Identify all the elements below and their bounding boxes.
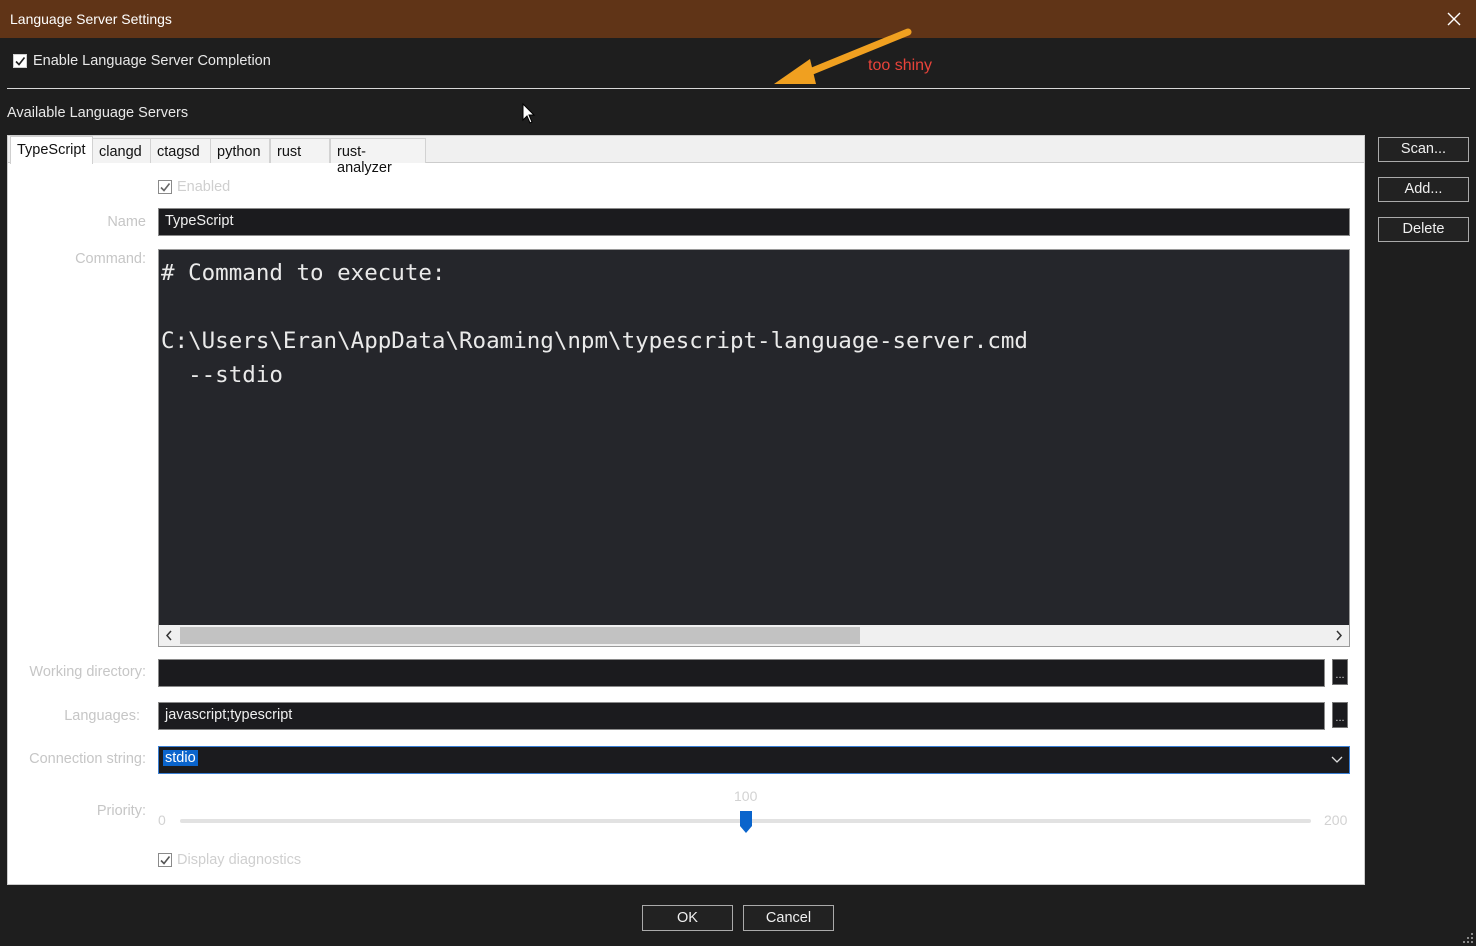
scroll-right-icon[interactable] — [1335, 630, 1343, 641]
languages-input[interactable]: javascript;typescript — [158, 702, 1325, 730]
command-line: --stdio — [161, 362, 283, 388]
priority-min: 0 — [158, 812, 166, 828]
command-line — [161, 290, 1028, 324]
enable-completion-label: Enable Language Server Completion — [33, 53, 271, 69]
cancel-button[interactable]: Cancel — [743, 905, 834, 931]
available-servers-label: Available Language Servers — [7, 105, 189, 121]
browse-languages-button[interactable]: ... — [1332, 702, 1348, 728]
display-diagnostics-label: Display diagnostics — [177, 852, 302, 868]
tab-rust[interactable]: rust — [270, 138, 330, 163]
display-diagnostics-checkbox[interactable]: Display diagnostics — [158, 852, 301, 868]
tab-clangd[interactable]: clangd — [92, 138, 152, 163]
delete-button[interactable]: Delete — [1378, 217, 1469, 242]
enabled-label: Enabled — [177, 179, 231, 195]
enabled-checkbox-box[interactable] — [158, 180, 172, 194]
priority-label: Priority: — [96, 803, 146, 819]
enabled-checkbox[interactable]: Enabled — [158, 179, 230, 195]
server-settings-panel: TypeScript clangd ctagsd python rust rus… — [7, 135, 1365, 885]
enable-completion-checkbox[interactable]: Enable Language Server Completion — [13, 53, 271, 69]
connection-string-label: Connection string: — [29, 751, 146, 767]
browse-working-directory-button[interactable]: ... — [1332, 659, 1348, 685]
working-directory-input[interactable] — [158, 659, 1325, 687]
connection-string-value: stdio — [163, 750, 198, 766]
mouse-cursor-icon — [522, 103, 536, 124]
chevron-down-icon[interactable] — [1331, 756, 1343, 764]
working-directory-label: Working directory: — [29, 664, 146, 680]
annotation-text: too shiny — [868, 57, 933, 74]
checkmark-icon — [160, 183, 171, 192]
diagnostics-checkbox-box[interactable] — [158, 853, 172, 867]
command-editor[interactable]: # Command to execute: C:\Users\Eran\AppDa… — [158, 249, 1350, 647]
name-label: Name — [107, 214, 146, 230]
priority-value: 100 — [734, 788, 758, 804]
tab-ctagsd[interactable]: ctagsd — [150, 138, 212, 163]
server-tabs: TypeScript clangd ctagsd python rust rus… — [8, 136, 1364, 176]
tab-typescript[interactable]: TypeScript — [10, 136, 93, 164]
scroll-left-icon[interactable] — [165, 630, 173, 641]
add-button[interactable]: Add... — [1378, 177, 1469, 202]
priority-max: 200 — [1324, 812, 1348, 828]
connection-string-combo[interactable]: stdio — [158, 746, 1350, 774]
checkmark-icon — [15, 57, 26, 66]
checkbox-box[interactable] — [13, 54, 27, 68]
close-icon — [1447, 12, 1461, 26]
scrollbar-thumb[interactable] — [180, 627, 860, 644]
priority-slider-thumb[interactable] — [739, 810, 753, 834]
tab-rust-analyzer[interactable]: rust-analyzer — [330, 138, 426, 176]
ok-button[interactable]: OK — [642, 905, 733, 931]
scan-button[interactable]: Scan... — [1378, 137, 1469, 162]
command-label: Command: — [75, 251, 146, 267]
name-input[interactable]: TypeScript — [158, 208, 1350, 236]
resize-grip-icon[interactable] — [1462, 932, 1474, 944]
command-line: C:\Users\Eran\AppData\Roaming\npm\typesc… — [161, 328, 1028, 354]
title-bar: Language Server Settings — [0, 0, 1476, 38]
command-line: # Command to execute: — [161, 260, 446, 286]
separator — [7, 88, 1470, 89]
checkmark-icon — [160, 856, 171, 865]
close-button[interactable] — [1432, 0, 1476, 38]
tab-python[interactable]: python — [210, 138, 270, 163]
horizontal-scrollbar[interactable] — [159, 625, 1349, 646]
window-title: Language Server Settings — [10, 11, 172, 27]
command-code: # Command to execute: C:\Users\Eran\AppDa… — [161, 256, 1028, 392]
languages-label: Languages: — [64, 708, 140, 724]
